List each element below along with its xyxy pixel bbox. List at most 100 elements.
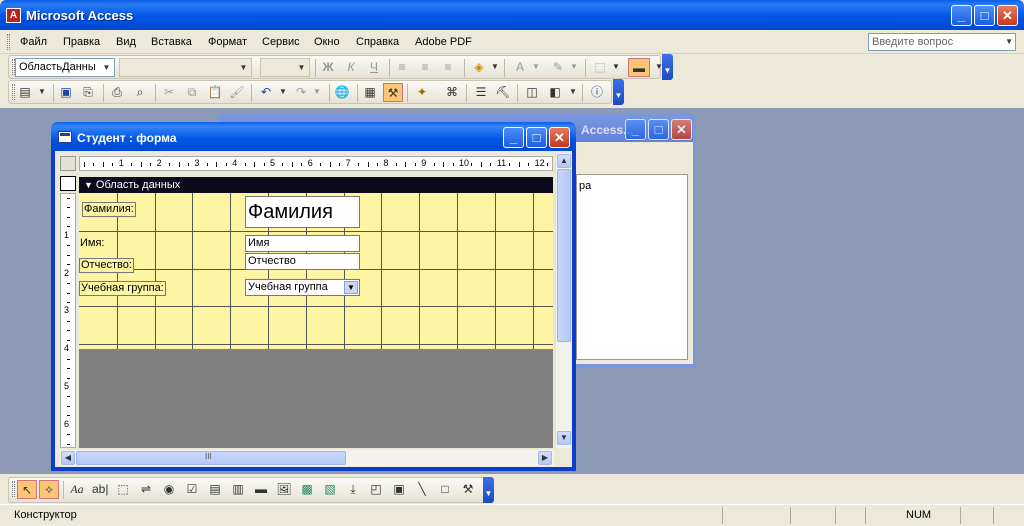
maximize-button[interactable]: □ [526, 127, 547, 148]
minimize-button[interactable]: _ [625, 119, 646, 140]
minimize-button[interactable]: _ [503, 127, 524, 148]
chevron-down-icon[interactable]: ▼ [34, 84, 50, 100]
chevron-down-icon[interactable]: ▼ [275, 84, 291, 100]
menu-window[interactable]: Окно [314, 36, 340, 48]
hyperlink-icon[interactable]: 🌐 [334, 84, 350, 100]
label-tool-icon[interactable]: Aa [69, 481, 85, 497]
form-icon[interactable] [58, 131, 72, 143]
bound-object-frame-icon[interactable]: ▧ [322, 481, 338, 497]
view-icon[interactable]: ▤ [17, 84, 33, 100]
database-objects-pane[interactable]: ра [576, 174, 688, 360]
fill-color-icon[interactable]: ◈ [471, 59, 487, 75]
build-icon[interactable]: ⛏ [495, 84, 511, 100]
horizontal-scrollbar[interactable]: ◀ III ▶ [60, 450, 554, 466]
object-combo[interactable]: ОбластьДанны ▼ [15, 58, 115, 77]
form-window-title-bar[interactable]: Студент : форма _ □ ✕ [51, 122, 576, 151]
select-objects-icon[interactable]: ↖ [17, 480, 37, 499]
field-lastname[interactable]: Фамилия [245, 196, 360, 228]
image-tool-icon[interactable]: 🖼 [276, 481, 292, 497]
vertical-ruler[interactable]: 1 2 3 4 5 6 [60, 193, 76, 448]
menu-edit[interactable]: Правка [63, 36, 100, 48]
field-list-icon[interactable]: ▦ [362, 84, 378, 100]
chevron-down-icon[interactable]: ▼ [309, 84, 325, 100]
toolbar-options-icon[interactable]: ▼ [662, 54, 673, 80]
access-app-icon[interactable]: A [6, 8, 21, 23]
unbound-object-frame-icon[interactable]: ▩ [299, 481, 315, 497]
italic-icon[interactable]: К [343, 59, 359, 75]
scroll-down-button[interactable]: ▼ [557, 431, 571, 445]
line-color-icon[interactable]: ✎ [550, 59, 566, 75]
scroll-left-button[interactable]: ◀ [61, 451, 75, 465]
chevron-down-icon[interactable]: ▼ [1005, 37, 1013, 46]
app-title-bar[interactable]: A Microsoft Access _ □ ✕ [0, 0, 1024, 30]
border-width-icon[interactable]: ⬚ [592, 59, 608, 75]
copy-icon[interactable]: ⧉ [184, 84, 200, 100]
check-box-tool-icon[interactable]: ☑ [184, 481, 200, 497]
form-selector[interactable] [60, 156, 76, 171]
menu-file[interactable]: Файл [20, 36, 47, 48]
close-button[interactable]: ✕ [671, 119, 692, 140]
properties-icon[interactable]: ☰ [473, 84, 489, 100]
chevron-down-icon[interactable]: ▼ [237, 60, 250, 75]
undo-icon[interactable]: ↶ [258, 84, 274, 100]
line-tool-icon[interactable]: ╲ [414, 481, 430, 497]
align-center-icon[interactable]: ≡ [417, 59, 433, 75]
scroll-up-button[interactable]: ▲ [557, 154, 571, 168]
print-icon[interactable]: ⎙ [109, 84, 125, 100]
label-lastname[interactable]: Фамилия: [82, 202, 136, 217]
chevron-down-icon[interactable]: ▼ [608, 59, 624, 75]
label-patronymic[interactable]: Отчество: [79, 258, 134, 273]
chevron-down-icon[interactable]: ▼ [295, 60, 308, 75]
command-button-tool-icon[interactable]: ▬ [253, 481, 269, 497]
paste-icon[interactable]: 📋 [207, 84, 223, 100]
menu-adobe-pdf[interactable]: Adobe PDF [415, 36, 472, 48]
menu-grip[interactable] [7, 34, 10, 50]
menu-insert[interactable]: Вставка [151, 36, 192, 48]
combo-group[interactable]: Учебная группа ▼ [245, 279, 360, 296]
toolbar-grip[interactable] [12, 84, 15, 100]
code-icon[interactable]: ⌘ [444, 84, 460, 100]
align-left-icon[interactable]: ≡ [394, 59, 410, 75]
list-box-tool-icon[interactable]: ▥ [230, 481, 246, 497]
tab-control-tool-icon[interactable]: ◰ [368, 481, 384, 497]
label-firstname[interactable]: Имя: [79, 237, 105, 250]
menu-format[interactable]: Формат [208, 36, 247, 48]
control-wizards-icon[interactable]: ✧ [39, 480, 59, 499]
chevron-down-icon[interactable]: ▼ [565, 84, 581, 100]
new-object-icon[interactable]: ◧ [547, 84, 563, 100]
vertical-scroll-thumb[interactable] [557, 169, 571, 342]
label-group[interactable]: Учебная группа: [79, 281, 166, 296]
toggle-button-tool-icon[interactable]: ⇌ [138, 481, 154, 497]
option-group-tool-icon[interactable]: ⬚ [115, 481, 131, 497]
align-right-icon[interactable]: ≡ [440, 59, 456, 75]
close-button[interactable]: ✕ [997, 5, 1018, 26]
maximize-button[interactable]: □ [648, 119, 669, 140]
subform-tool-icon[interactable]: ▣ [391, 481, 407, 497]
toolbar-options-icon[interactable]: ▼ [613, 79, 624, 105]
maximize-button[interactable]: □ [974, 5, 995, 26]
combo-box-tool-icon[interactable]: ▤ [207, 481, 223, 497]
chevron-down-icon[interactable]: ▼ [100, 60, 113, 75]
autoformat-icon[interactable]: ✦ [414, 84, 430, 100]
page-break-tool-icon[interactable]: ⤓ [345, 481, 361, 497]
toolbar-grip[interactable] [12, 481, 15, 497]
minimize-button[interactable]: _ [951, 5, 972, 26]
field-patronymic[interactable]: Отчество [245, 253, 360, 270]
detail-section-grid[interactable]: Фамилия: Фамилия Имя: Имя Отчество: Отче… [79, 193, 553, 349]
font-size-combo[interactable]: ▼ [260, 58, 310, 77]
underline-icon[interactable]: Ч [366, 59, 382, 75]
print-preview-icon[interactable]: ⌕ [132, 84, 148, 100]
form-design-window[interactable]: Студент : форма _ □ ✕ 1 2 3 4 5 6 7 8 9 10 11 12 ▼ О… [51, 122, 576, 471]
text-box-tool-icon[interactable]: ab| [92, 481, 108, 497]
file-search-icon[interactable]: ⎘ [80, 84, 96, 100]
menu-tools[interactable]: Сервис [262, 36, 300, 48]
format-painter-icon[interactable]: 🖌 [229, 84, 245, 100]
special-effect-icon[interactable]: ▬ [628, 58, 650, 77]
chevron-down-icon[interactable]: ▼ [528, 59, 544, 75]
font-combo[interactable]: ▼ [119, 58, 252, 77]
close-button[interactable]: ✕ [549, 127, 570, 148]
database-object-text[interactable]: ра [579, 180, 591, 192]
rectangle-tool-icon[interactable]: □ [437, 481, 453, 497]
toolbar-options-icon[interactable]: ▼ [483, 477, 494, 503]
font-color-icon[interactable]: A [512, 59, 528, 75]
